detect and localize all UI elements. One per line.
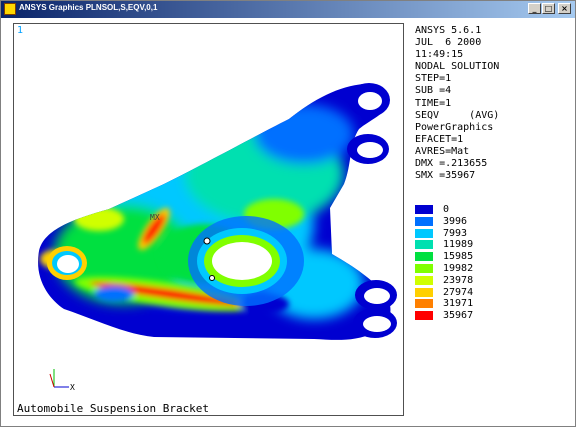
info-line: STEP=1 bbox=[415, 73, 452, 85]
graphics-area[interactable]: 1 MX X Automobile Suspension Bracket ANS… bbox=[1, 18, 575, 426]
legend-swatch bbox=[415, 216, 433, 226]
stress-contour-plot: MX X bbox=[38, 83, 397, 392]
legend-swatch bbox=[415, 252, 433, 262]
legend-swatch bbox=[415, 275, 433, 285]
info-line: EFACET=1 bbox=[415, 133, 464, 145]
info-line: PowerGraphics bbox=[415, 121, 494, 133]
info-line: SMX =35967 bbox=[415, 170, 476, 182]
solution-info: ANSYS 5.6.1 JUL 6 2000 11:49:15 NODAL SO… bbox=[415, 25, 499, 182]
info-line: AVRES=Mat bbox=[415, 145, 470, 157]
legend-value: 35967 bbox=[443, 310, 474, 322]
legend-value: 0 bbox=[443, 204, 450, 215]
legend-swatch bbox=[415, 228, 433, 238]
coordinate-triad: X bbox=[49, 369, 75, 392]
legend-swatch bbox=[415, 205, 433, 214]
close-button[interactable]: × bbox=[558, 3, 571, 14]
info-line: DMX =.213655 bbox=[415, 158, 488, 170]
legend-value: 23978 bbox=[443, 274, 474, 286]
info-line: SUB =4 bbox=[415, 85, 452, 97]
bracket-body bbox=[38, 83, 391, 340]
legend-swatch bbox=[415, 287, 433, 297]
info-line: NODAL SOLUTION bbox=[415, 61, 500, 73]
title-bar[interactable]: ANSYS Graphics PLNSOL,S,EQV,0,1 _ □ × bbox=[1, 1, 575, 18]
max-marker: MX bbox=[150, 213, 160, 222]
ansys-graphics-window: ANSYS Graphics PLNSOL,S,EQV,0,1 _ □ × 1 bbox=[0, 0, 576, 427]
legend-value: 27974 bbox=[443, 286, 474, 298]
legend-value: 11989 bbox=[443, 239, 474, 251]
plot-window[interactable]: 1 MX X Automobile Suspension Bracket bbox=[13, 23, 404, 416]
info-line: JUL 6 2000 bbox=[415, 37, 482, 49]
legend-swatch bbox=[415, 299, 433, 309]
plot-caption: Automobile Suspension Bracket bbox=[17, 402, 210, 415]
legend-value: 19982 bbox=[443, 262, 474, 274]
legend-swatch bbox=[415, 311, 433, 321]
legend-value: 31971 bbox=[443, 298, 474, 310]
info-line: TIME=1 bbox=[415, 97, 452, 109]
legend-value: 15985 bbox=[443, 251, 474, 263]
triad-x-label: X bbox=[70, 383, 75, 392]
maximize-button[interactable]: □ bbox=[542, 3, 555, 14]
legend-value: 7993 bbox=[443, 227, 468, 239]
info-line: SEQV (AVG) bbox=[415, 109, 500, 121]
minimize-button[interactable]: _ bbox=[528, 3, 541, 14]
info-line: 11:49:15 bbox=[415, 49, 464, 61]
legend-swatch bbox=[415, 263, 433, 273]
info-line: ANSYS 5.6.1 bbox=[415, 25, 482, 36]
legend-swatch bbox=[415, 240, 433, 250]
legend-value: 3996 bbox=[443, 215, 468, 227]
app-icon bbox=[4, 3, 16, 15]
window-title: ANSYS Graphics PLNSOL,S,EQV,0,1 bbox=[19, 3, 158, 12]
